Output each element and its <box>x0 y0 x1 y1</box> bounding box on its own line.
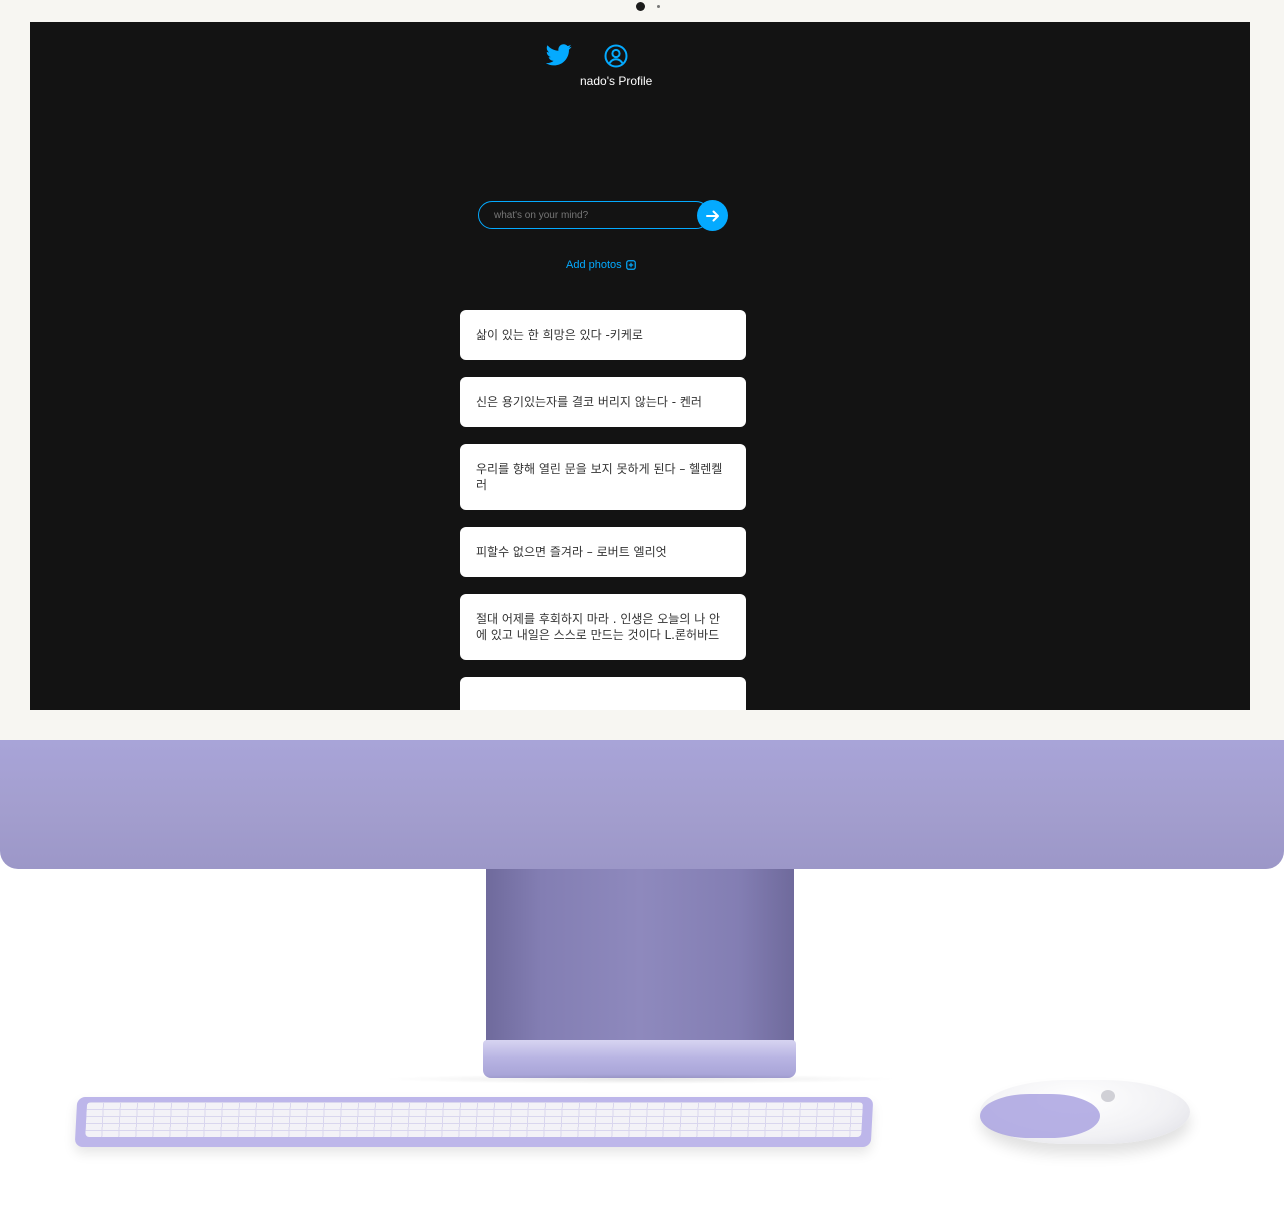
camera <box>636 2 645 11</box>
home-link[interactable] <box>545 44 572 70</box>
tweet-card: 삶이 있는 한 희망은 있다 -키케로 <box>460 310 746 360</box>
navigation: nado's Profile <box>30 22 1250 102</box>
stand-shadow <box>380 1074 900 1084</box>
tweet-card: 신은 용기있는자를 결코 버리지 않는다 - 켄러 <box>460 377 746 427</box>
keyboard <box>74 1097 874 1147</box>
imac-stand-base <box>483 1040 796 1078</box>
tweet-text: 삶이 있는 한 희망은 있다 -키케로 <box>476 328 643 342</box>
tweet-list: 삶이 있는 한 희망은 있다 -키케로 신은 용기있는자를 결코 버리지 않는다… <box>460 310 746 710</box>
submit-button[interactable] <box>697 200 728 231</box>
imac-stand <box>486 869 794 1047</box>
tweet-card: 피할수 없으면 즐겨라 – 로버트 엘리엇 <box>460 527 746 577</box>
tweet-card: 절대 어제를 후회하지 마라 . 인생은 오늘의 나 안에 있고 내일은 스스로… <box>460 594 746 660</box>
tweet-card-partial <box>460 677 746 710</box>
add-photos-label: Add photos <box>566 259 622 271</box>
tweet-text: 피할수 없으면 즐겨라 – 로버트 엘리엇 <box>476 545 667 559</box>
add-photos-button[interactable]: Add photos <box>566 256 646 274</box>
tweet-input[interactable] <box>478 201 710 229</box>
imac-chin <box>0 740 1284 869</box>
screen: nado's Profile Add photos 삶이 있는 한 희망은 있다… <box>30 22 1250 710</box>
camera-indicator <box>657 5 660 8</box>
tweet-card: 우리를 향해 열린 문을 보지 못하게 된다 – 헬렌켈러 <box>460 444 746 510</box>
twitter-bird-icon <box>545 44 572 66</box>
arrow-right-icon <box>705 210 719 221</box>
tweet-text: 우리를 향해 열린 문을 보지 못하게 된다 – 헬렌켈러 <box>476 462 723 492</box>
tweet-form <box>478 200 730 233</box>
keyboard-keys <box>85 1102 864 1137</box>
profile-label: nado's Profile <box>580 74 653 88</box>
tweet-text: 절대 어제를 후회하지 마라 . 인생은 오늘의 나 안에 있고 내일은 스스로… <box>476 612 721 642</box>
profile-link[interactable]: nado's Profile <box>580 44 652 94</box>
mouse-side <box>980 1094 1100 1138</box>
apple-logo-icon <box>1101 1090 1115 1102</box>
plus-square-icon <box>625 260 636 270</box>
tweet-text: 신은 용기있는자를 결코 버리지 않는다 - 켄러 <box>476 395 702 409</box>
user-circle-icon <box>604 44 628 68</box>
